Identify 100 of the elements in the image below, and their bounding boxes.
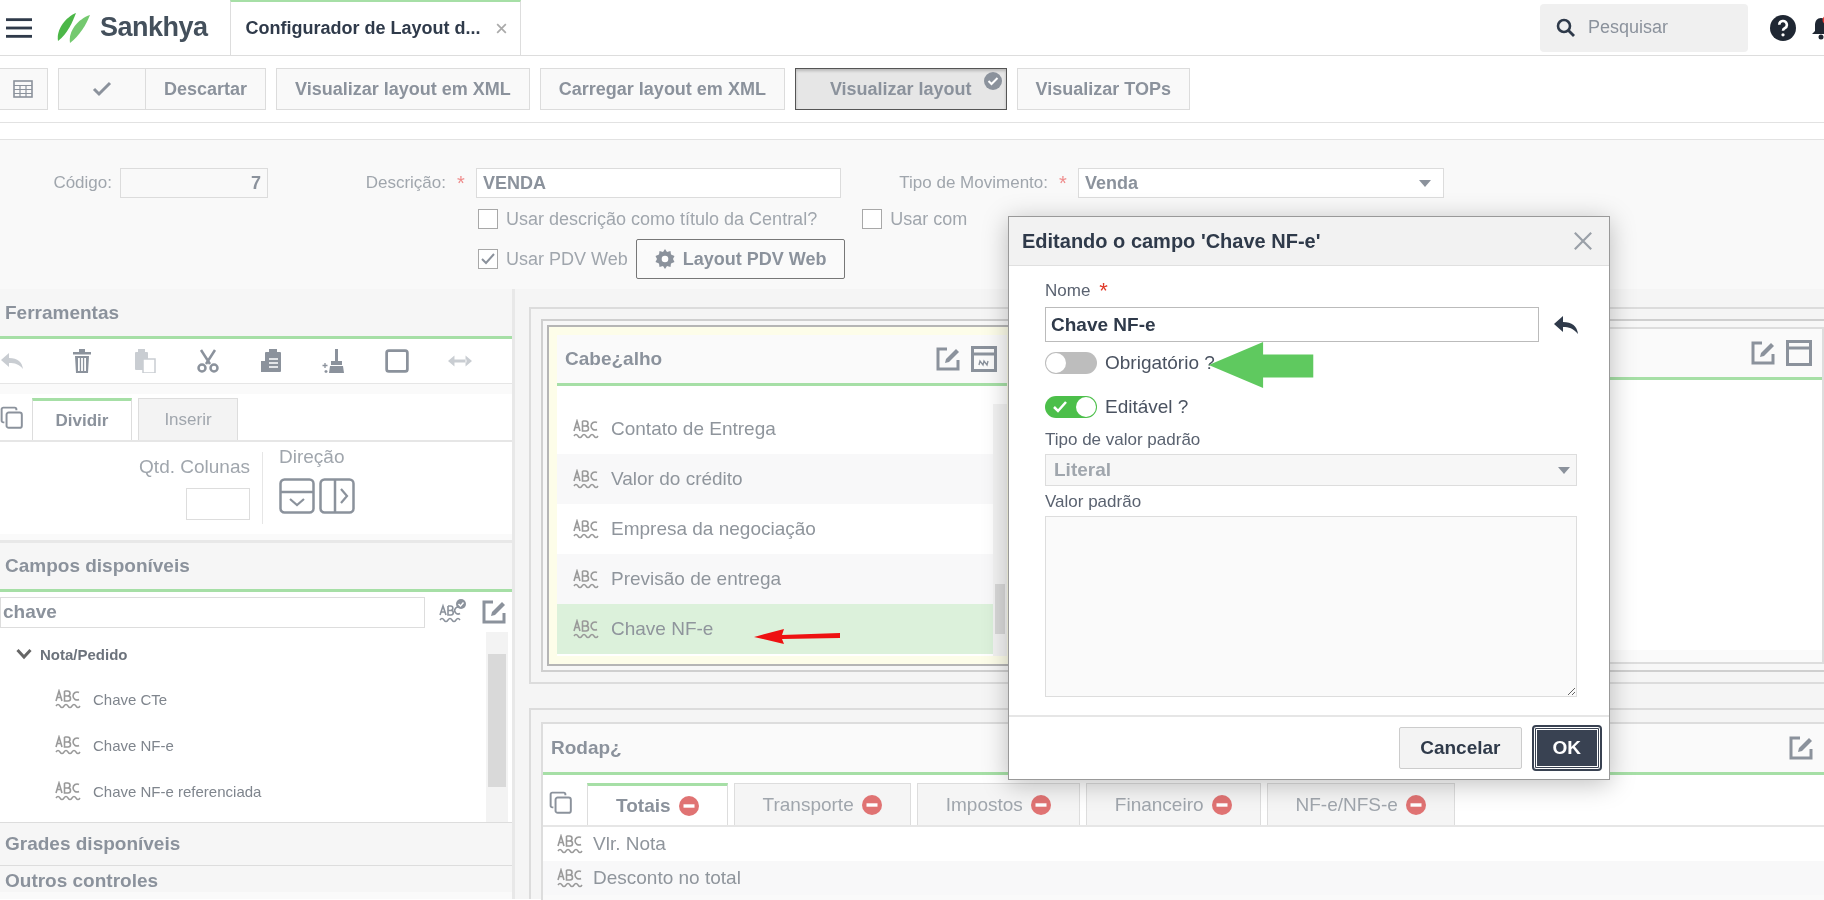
copy-icon[interactable] [0, 406, 24, 430]
edit-icon[interactable] [1788, 735, 1814, 761]
required-mark: * [1099, 278, 1108, 304]
dialog-button[interactable]: Cancelar [1399, 727, 1522, 769]
field-name: Contato de Entrega [611, 418, 776, 440]
split-right-icon[interactable] [319, 478, 355, 514]
toolbar-button[interactable]: Carregar layout em XML [539, 68, 785, 110]
toolbar-button[interactable]: Visualizar layout em XML [276, 68, 530, 110]
text-field-icon [573, 469, 599, 489]
save-button[interactable] [58, 68, 146, 110]
description-field[interactable]: VENDA [476, 168, 841, 198]
dialog-button[interactable]: OK [1533, 727, 1600, 769]
tree-item[interactable]: Chave NF-e [93, 736, 174, 754]
checkbox-label: Usar descrição como título da Central? [506, 208, 818, 230]
required-mark: * [1058, 171, 1068, 195]
check-icon [92, 80, 112, 98]
dialog-title: Editando o campo 'Chave NF-e' [1022, 229, 1321, 253]
movement-type-select[interactable]: Venda [1078, 168, 1444, 198]
tab[interactable]: Financeiro [1085, 783, 1261, 825]
field-row[interactable]: Chave NF-e [557, 604, 993, 654]
scrollbar[interactable] [993, 404, 1007, 656]
gear-icon [654, 249, 675, 269]
tab[interactable]: Impostos [916, 783, 1080, 825]
tree-item[interactable]: Chave NF-e referenciada [93, 782, 262, 800]
toolbar-button[interactable]: Visualizar TOPs [1016, 68, 1190, 110]
edit-icon[interactable] [1750, 340, 1776, 366]
tree-item[interactable]: Chave CTe [93, 690, 168, 708]
tab[interactable]: Totais [587, 783, 728, 825]
field-search[interactable]: chave [0, 596, 425, 628]
default-value-field[interactable] [1045, 516, 1577, 697]
check-badge-icon [983, 72, 1002, 90]
remove-icon[interactable] [861, 794, 882, 815]
layout-pdv-button[interactable]: Layout PDV Web [635, 239, 846, 279]
brand-name: Sankhya [100, 12, 208, 43]
field-name: Chave NF-e [611, 618, 714, 640]
tab[interactable]: Inserir [138, 398, 238, 440]
field-name: Vlr. Nota [593, 833, 666, 855]
toolbar-button[interactable]: Descartar [145, 68, 267, 110]
remove-icon[interactable] [1405, 794, 1426, 815]
toolbar-button[interactable]: Visualizar layout [794, 68, 1007, 110]
columns-field[interactable] [186, 488, 250, 520]
window-icon[interactable] [1786, 340, 1812, 366]
text-field-icon [573, 569, 599, 589]
toggle-label: Editável ? [1105, 396, 1189, 418]
window-icon[interactable] [971, 346, 997, 372]
copy-icon[interactable] [549, 791, 573, 815]
edit-icon[interactable] [935, 346, 961, 372]
panel-title: Grades disponíveis [5, 833, 181, 855]
field-label: Descrição: [364, 173, 446, 193]
panel-title: Ferramentas [5, 301, 120, 324]
field-row[interactable]: Previsão de entrega [557, 554, 993, 604]
text-field-icon [557, 868, 583, 888]
code-field[interactable]: 7 [120, 168, 268, 198]
field-label: Código: [52, 173, 112, 193]
toggle-label: Obrigatório ? [1105, 352, 1215, 374]
check-icon [1053, 401, 1067, 413]
tab[interactable]: Transporte [733, 783, 911, 825]
checkbox[interactable] [478, 209, 498, 229]
panel-title: Rodap¿ [551, 737, 622, 759]
field-label: Tipo de Movimento: [898, 173, 1048, 193]
split-down-icon[interactable] [279, 478, 315, 514]
remove-icon[interactable] [1030, 794, 1051, 815]
field-row[interactable]: Vlr. Nota [543, 827, 1824, 861]
toggle-switch[interactable] [1045, 396, 1097, 418]
required-mark: * [456, 171, 466, 195]
scrollbar[interactable] [486, 632, 508, 822]
field-name: Previsão de entrega [611, 568, 782, 590]
app-tab[interactable]: Configurador de Layout d... [229, 0, 521, 56]
columns-label: Qtd. Colunas [139, 456, 250, 478]
close-icon[interactable] [1573, 231, 1593, 251]
field-row[interactable]: Valor do crédito [557, 454, 993, 504]
checkbox[interactable] [862, 209, 883, 229]
menu-icon[interactable] [6, 16, 32, 39]
checkbox[interactable] [478, 249, 498, 269]
caret-icon [1558, 466, 1570, 474]
checkbox-label: Usar PDV Web [506, 248, 628, 270]
name-field[interactable]: Chave NF-e [1045, 307, 1539, 342]
table-view-button[interactable] [0, 68, 48, 110]
text-field-icon [55, 735, 81, 755]
spellcheck-icon[interactable] [439, 599, 467, 625]
default-type-select[interactable]: Literal [1045, 454, 1577, 486]
field-name: Valor do crédito [611, 468, 743, 490]
name-label: Nome [1045, 281, 1091, 301]
panel-title: Outros controles [5, 870, 159, 892]
tree-group[interactable]: Nota/Pedido [40, 645, 128, 663]
tab[interactable]: NF-e/NFS-e [1266, 783, 1455, 825]
close-icon[interactable] [494, 22, 508, 35]
help-icon[interactable] [1770, 14, 1796, 41]
search-icon [1556, 17, 1576, 38]
remove-icon[interactable] [1211, 794, 1232, 815]
undo-icon[interactable] [1553, 314, 1579, 335]
toggle-switch[interactable] [1045, 352, 1097, 374]
remove-icon[interactable] [678, 795, 699, 816]
tab[interactable]: Dividir [32, 398, 132, 440]
search-field[interactable]: Pesquisar [1540, 3, 1748, 52]
default-value-label: Valor padrão [1045, 492, 1143, 512]
default-type-label: Tipo de valor padrão [1045, 430, 1202, 450]
edit-icon[interactable] [481, 599, 507, 625]
chevron-icon[interactable] [16, 648, 32, 660]
direction-label: Direção [279, 446, 345, 467]
